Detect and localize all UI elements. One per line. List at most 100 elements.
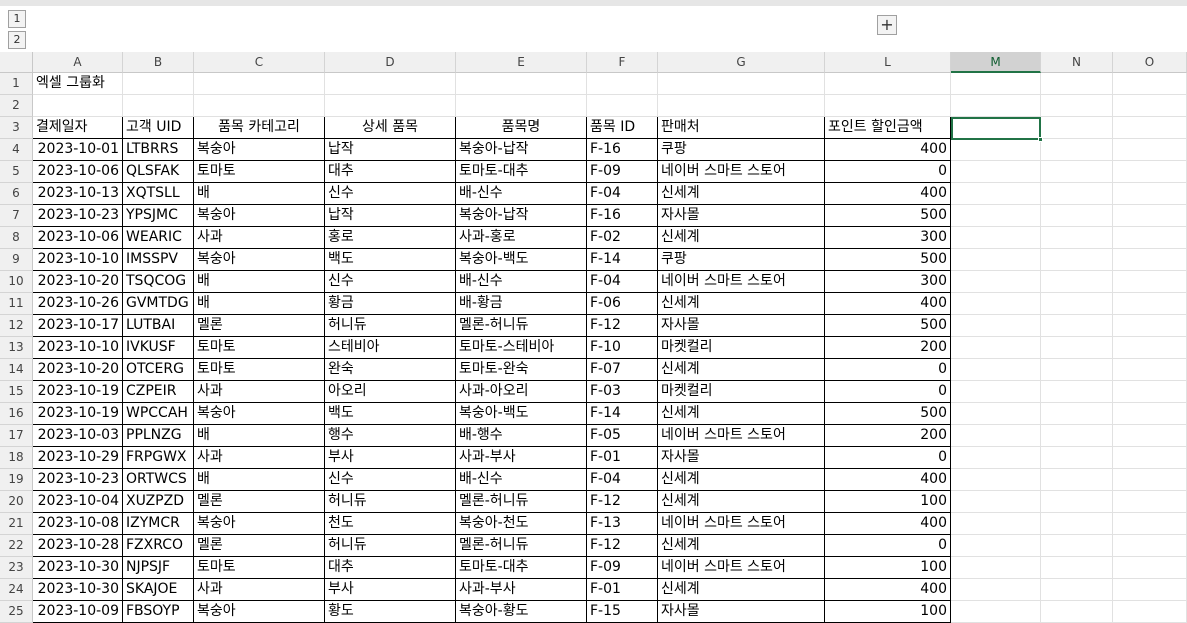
cell-e24[interactable]: 사과-부사 bbox=[456, 579, 587, 601]
row-header[interactable]: 22 bbox=[0, 535, 33, 557]
cell-a1[interactable]: 엑셀 그룹화 bbox=[33, 73, 123, 95]
cell-a5[interactable]: 2023-10-06 bbox=[33, 161, 123, 183]
cell-o6[interactable] bbox=[1113, 183, 1187, 205]
column-header-o[interactable]: O bbox=[1113, 52, 1187, 73]
cell-o5[interactable] bbox=[1113, 161, 1187, 183]
cell-m23[interactable] bbox=[951, 557, 1041, 579]
cell-c2[interactable] bbox=[194, 95, 325, 117]
cell-c4[interactable]: 복숭아 bbox=[194, 139, 325, 161]
cell-g25[interactable]: 자사몰 bbox=[658, 601, 825, 623]
cell-c8[interactable]: 사과 bbox=[194, 227, 325, 249]
cell-d17[interactable]: 행수 bbox=[325, 425, 456, 447]
cell-o17[interactable] bbox=[1113, 425, 1187, 447]
cell-e8[interactable]: 사과-홍로 bbox=[456, 227, 587, 249]
cell-c9[interactable]: 복숭아 bbox=[194, 249, 325, 271]
cell-m22[interactable] bbox=[951, 535, 1041, 557]
cell-g17[interactable]: 네이버 스마트 스토어 bbox=[658, 425, 825, 447]
cell-m5[interactable] bbox=[951, 161, 1041, 183]
column-header-g[interactable]: G bbox=[658, 52, 825, 73]
cell-d15[interactable]: 아오리 bbox=[325, 381, 456, 403]
cell-c23[interactable]: 토마토 bbox=[194, 557, 325, 579]
cell-b21[interactable]: IZYMCR bbox=[123, 513, 194, 535]
cell-d1[interactable] bbox=[325, 73, 456, 95]
cell-b20[interactable]: XUZPZD bbox=[123, 491, 194, 513]
cell-e2[interactable] bbox=[456, 95, 587, 117]
cell-m2[interactable] bbox=[951, 95, 1041, 117]
cell-d20[interactable]: 허니듀 bbox=[325, 491, 456, 513]
cell-c24[interactable]: 사과 bbox=[194, 579, 325, 601]
cell-e14[interactable]: 토마토-완숙 bbox=[456, 359, 587, 381]
cell-f4[interactable]: F-16 bbox=[587, 139, 658, 161]
column-header-d[interactable]: D bbox=[325, 52, 456, 73]
cell-b5[interactable]: QLSFAK bbox=[123, 161, 194, 183]
cell-c1[interactable] bbox=[194, 73, 325, 95]
cell-o24[interactable] bbox=[1113, 579, 1187, 601]
cell-g6[interactable]: 신세계 bbox=[658, 183, 825, 205]
cell-n10[interactable] bbox=[1041, 271, 1113, 293]
cell-a16[interactable]: 2023-10-19 bbox=[33, 403, 123, 425]
cell-l22[interactable]: 0 bbox=[825, 535, 951, 557]
cell-m10[interactable] bbox=[951, 271, 1041, 293]
cell-b18[interactable]: FRPGWX bbox=[123, 447, 194, 469]
cell-b23[interactable]: NJPSJF bbox=[123, 557, 194, 579]
cell-d9[interactable]: 백도 bbox=[325, 249, 456, 271]
cell-a17[interactable]: 2023-10-03 bbox=[33, 425, 123, 447]
cell-c14[interactable]: 토마토 bbox=[194, 359, 325, 381]
cell-a6[interactable]: 2023-10-13 bbox=[33, 183, 123, 205]
row-header[interactable]: 12 bbox=[0, 315, 33, 337]
cell-e7[interactable]: 복숭아-납작 bbox=[456, 205, 587, 227]
column-header-n[interactable]: N bbox=[1041, 52, 1113, 73]
cell-m16[interactable] bbox=[951, 403, 1041, 425]
cell-a15[interactable]: 2023-10-19 bbox=[33, 381, 123, 403]
cell-m25[interactable] bbox=[951, 601, 1041, 623]
row-header[interactable]: 10 bbox=[0, 271, 33, 293]
column-header-c[interactable]: C bbox=[194, 52, 325, 73]
cell-o15[interactable] bbox=[1113, 381, 1187, 403]
cell-e5[interactable]: 토마토-대추 bbox=[456, 161, 587, 183]
cell-g11[interactable]: 신세계 bbox=[658, 293, 825, 315]
cell-m8[interactable] bbox=[951, 227, 1041, 249]
cell-f16[interactable]: F-14 bbox=[587, 403, 658, 425]
cell-c5[interactable]: 토마토 bbox=[194, 161, 325, 183]
cell-d7[interactable]: 납작 bbox=[325, 205, 456, 227]
cell-n5[interactable] bbox=[1041, 161, 1113, 183]
cell-l4[interactable]: 400 bbox=[825, 139, 951, 161]
cell-f15[interactable]: F-03 bbox=[587, 381, 658, 403]
cell-f20[interactable]: F-12 bbox=[587, 491, 658, 513]
cell-n15[interactable] bbox=[1041, 381, 1113, 403]
column-header-e[interactable]: E bbox=[456, 52, 587, 73]
expand-group-icon[interactable]: + bbox=[877, 15, 897, 35]
cell-c6[interactable]: 배 bbox=[194, 183, 325, 205]
cell-f23[interactable]: F-09 bbox=[587, 557, 658, 579]
cell-c7[interactable]: 복숭아 bbox=[194, 205, 325, 227]
cell-d19[interactable]: 신수 bbox=[325, 469, 456, 491]
cell-g15[interactable]: 마켓컬리 bbox=[658, 381, 825, 403]
cell-o8[interactable] bbox=[1113, 227, 1187, 249]
cell-m11[interactable] bbox=[951, 293, 1041, 315]
cell-f17[interactable]: F-05 bbox=[587, 425, 658, 447]
cell-f22[interactable]: F-12 bbox=[587, 535, 658, 557]
cell-c3[interactable]: 품목 카테고리 bbox=[194, 117, 325, 139]
cell-l3[interactable]: 포인트 할인금액 bbox=[825, 117, 951, 139]
cell-a8[interactable]: 2023-10-06 bbox=[33, 227, 123, 249]
cell-f25[interactable]: F-15 bbox=[587, 601, 658, 623]
cell-b13[interactable]: IVKUSF bbox=[123, 337, 194, 359]
cell-l20[interactable]: 100 bbox=[825, 491, 951, 513]
cell-g13[interactable]: 마켓컬리 bbox=[658, 337, 825, 359]
cell-c18[interactable]: 사과 bbox=[194, 447, 325, 469]
cell-o14[interactable] bbox=[1113, 359, 1187, 381]
cell-b24[interactable]: SKAJOE bbox=[123, 579, 194, 601]
cell-d3[interactable]: 상세 품목 bbox=[325, 117, 456, 139]
cell-c16[interactable]: 복숭아 bbox=[194, 403, 325, 425]
cell-a22[interactable]: 2023-10-28 bbox=[33, 535, 123, 557]
row-header[interactable]: 17 bbox=[0, 425, 33, 447]
cell-d8[interactable]: 홍로 bbox=[325, 227, 456, 249]
cell-e23[interactable]: 토마토-대추 bbox=[456, 557, 587, 579]
cell-e13[interactable]: 토마토-스테비아 bbox=[456, 337, 587, 359]
row-header[interactable]: 25 bbox=[0, 601, 33, 623]
column-header-a[interactable]: A bbox=[33, 52, 123, 73]
cell-m20[interactable] bbox=[951, 491, 1041, 513]
cell-g21[interactable]: 네이버 스마트 스토어 bbox=[658, 513, 825, 535]
cell-o23[interactable] bbox=[1113, 557, 1187, 579]
cell-d14[interactable]: 완숙 bbox=[325, 359, 456, 381]
